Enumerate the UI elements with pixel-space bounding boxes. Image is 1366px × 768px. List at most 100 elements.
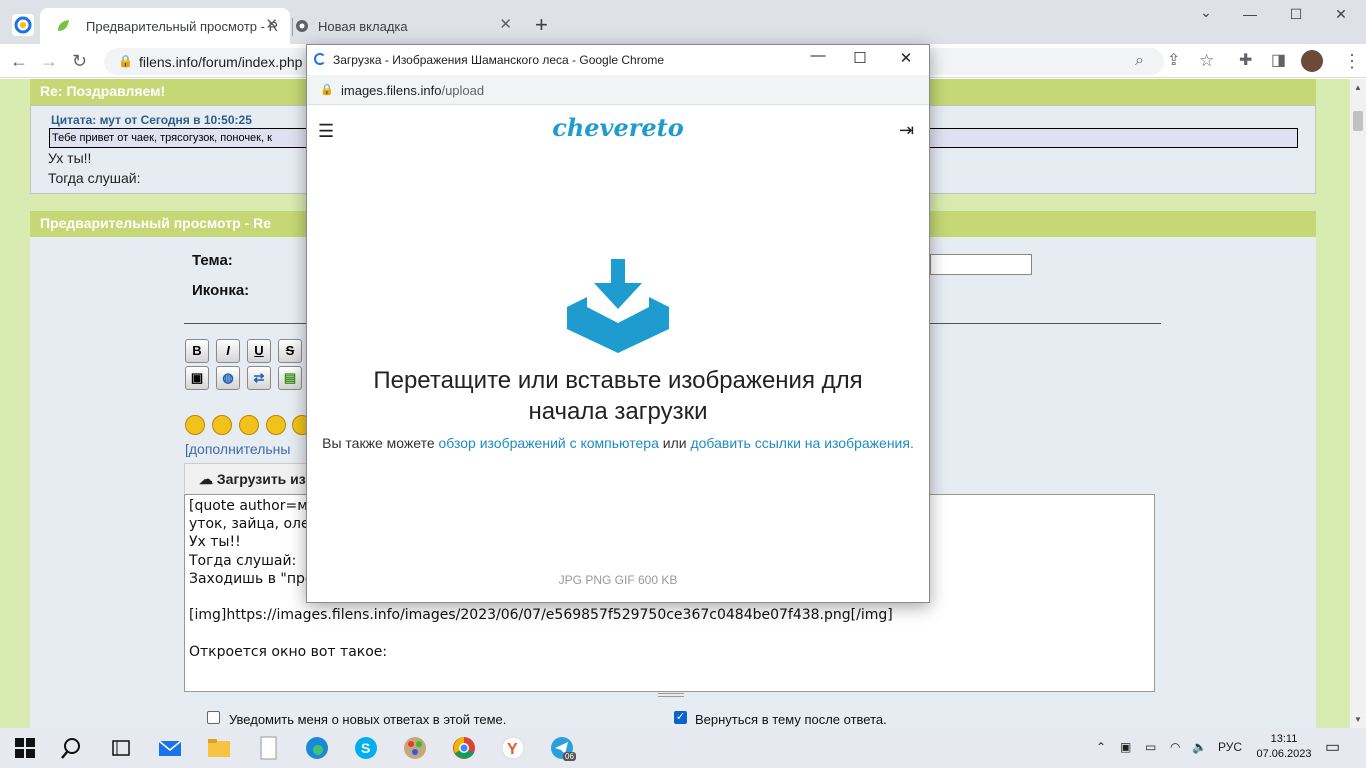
login-icon[interactable]: ⇥ (899, 120, 914, 141)
windows-start-icon[interactable] (13, 736, 37, 760)
tab-search-icon[interactable] (12, 14, 34, 36)
notify-checkbox[interactable] (207, 711, 220, 724)
lock-icon: 🔒 (320, 84, 334, 96)
search-icon[interactable] (61, 736, 85, 760)
upload-tray-icon[interactable] (567, 259, 669, 355)
yandex-browser-icon[interactable]: Y (501, 736, 525, 760)
lock-icon: 🔒 (118, 54, 133, 68)
popup-address-bar[interactable]: 🔒 images.filens.info/upload (307, 75, 929, 105)
browse-computer-link[interactable]: обзор изображений с компьютера (439, 435, 659, 451)
address-url: filens.info/forum/index.php (139, 54, 303, 70)
popup-maximize-button[interactable]: ☐ (845, 49, 875, 67)
drop-text-line: начала загрузки (528, 398, 708, 425)
return-checkbox[interactable]: ✓ (674, 711, 687, 724)
quote-header[interactable]: Цитата: мут от Сегодня в 10:50:25 (51, 113, 252, 127)
scroll-up-icon[interactable]: ▲ (1354, 83, 1362, 92)
popup-url-host: images.filens.info (341, 83, 442, 98)
svg-text:Y: Y (507, 741, 518, 758)
strike-button[interactable]: S (278, 339, 302, 363)
icon-label: Иконка: (192, 282, 250, 299)
popup-minimize-button[interactable]: — (803, 47, 833, 64)
chevereto-logo[interactable]: chevereto (307, 113, 929, 142)
tab-forum-preview[interactable]: Предварительный просмотр - R ✕ (40, 8, 290, 44)
more-smileys-link[interactable]: [дополнительны (185, 441, 290, 457)
chrome-favicon-icon (296, 20, 308, 32)
subject-label: Тема: (192, 252, 233, 269)
page-scrollbar[interactable]: ▲ ▼ (1350, 79, 1366, 728)
popup-title-bar: Загрузка - Изображения Шаманского леса -… (307, 45, 929, 75)
tab-new-tab[interactable]: Новая вкладка ✕ (294, 8, 524, 44)
volume-icon[interactable]: 🔈 (1192, 740, 1207, 754)
side-panel-icon[interactable]: ◨ (1271, 49, 1286, 73)
new-tab-button[interactable]: + (535, 11, 548, 39)
mail-icon[interactable] (158, 736, 182, 760)
edge-browser-icon[interactable] (305, 736, 329, 760)
italic-button[interactable]: I (216, 339, 240, 363)
file-explorer-icon[interactable] (207, 736, 231, 760)
menu-kebab-icon[interactable]: ⋮ (1343, 49, 1361, 73)
chrome-browser-icon[interactable] (452, 736, 476, 760)
minimize-button[interactable]: — (1230, 6, 1270, 22)
alternative-upload-text: Вы также можете обзор изображений с комп… (307, 435, 929, 451)
popup-title: Загрузка - Изображения Шаманского леса -… (333, 53, 665, 67)
tab-title: Предварительный просмотр - R (86, 18, 278, 34)
maximize-button[interactable]: ☐ (1276, 6, 1316, 23)
paint-icon[interactable] (403, 736, 427, 760)
zoom-icon[interactable]: ⌕ (1135, 49, 1144, 73)
subject-input[interactable] (930, 254, 1032, 275)
wifi-icon[interactable]: ◠ (1170, 740, 1180, 754)
ftp-link-icon[interactable]: ▤ (278, 366, 302, 390)
share-icon[interactable]: ⇪ (1167, 49, 1180, 73)
tab-close-icon[interactable]: ✕ (499, 17, 512, 32)
cloud-upload-icon: ☁ (199, 471, 213, 487)
tab-close-icon[interactable]: ✕ (265, 17, 278, 32)
task-view-icon[interactable] (109, 736, 133, 760)
upload-label: Загрузить из (216, 471, 306, 487)
bold-button[interactable]: B (185, 339, 209, 363)
popup-url-path: /upload (441, 83, 485, 98)
battery-icon[interactable]: ▭ (1145, 740, 1156, 754)
upload-image-button[interactable]: ☁ Загрузить из (184, 463, 314, 493)
notification-icon[interactable]: ▭ (1325, 737, 1340, 757)
smiley-icon[interactable] (239, 415, 259, 435)
tray-device-icon[interactable]: ▣ (1120, 740, 1131, 754)
skype-icon[interactable]: S (354, 736, 378, 760)
windows-taskbar: S Y 06 ⌃ ▣ ▭ ◠ 🔈 РУС 13:11 07.06.2023 ▭ (0, 728, 1366, 768)
email-link-icon[interactable]: ⇄ (247, 366, 271, 390)
add-image-links-link[interactable]: добавить ссылки на изображения. (690, 435, 913, 451)
back-arrow-icon[interactable]: ← (10, 49, 28, 73)
profile-avatar[interactable] (1301, 50, 1323, 72)
tray-chevron-up-icon[interactable]: ⌃ (1096, 740, 1106, 754)
upload-popup-window: Загрузка - Изображения Шаманского леса -… (306, 44, 930, 603)
close-window-button[interactable]: ✕ (1321, 6, 1361, 23)
loading-spinner-icon (314, 53, 326, 65)
post-line: Ух ты!! (48, 150, 92, 166)
notepad-icon[interactable] (256, 736, 280, 760)
leaf-favicon-icon (58, 20, 69, 31)
underline-button[interactable]: U (247, 339, 271, 363)
also-prefix: Вы также можете (322, 435, 439, 451)
svg-text:S: S (361, 740, 370, 756)
smiley-icon[interactable] (266, 415, 286, 435)
tab-title: Новая вкладка (318, 18, 408, 34)
allowed-formats: JPG PNG GIF 600 KB (558, 573, 678, 587)
smiley-icon[interactable] (212, 415, 232, 435)
textarea-resize-handle[interactable] (658, 693, 684, 697)
scroll-thumb[interactable] (1353, 111, 1363, 131)
forward-arrow-icon[interactable]: → (40, 49, 58, 73)
drop-instructions: Перетащите или вставьте изображения для … (307, 365, 929, 427)
language-indicator[interactable]: РУС (1218, 740, 1242, 754)
smiley-icon[interactable] (185, 415, 205, 435)
reload-icon[interactable]: ↻ (72, 49, 87, 73)
scroll-down-icon[interactable]: ▼ (1354, 715, 1362, 724)
return-label: Вернуться в тему после ответа. (695, 712, 887, 727)
globe-link-icon[interactable]: ◍ (216, 366, 240, 390)
extensions-puzzle-icon[interactable]: ✚ (1239, 49, 1252, 73)
bookmark-star-icon[interactable]: ☆ (1199, 49, 1214, 73)
popup-close-button[interactable]: ✕ (891, 49, 921, 67)
notify-label: Уведомить меня о новых ответах в этой те… (229, 712, 507, 727)
telegram-badge: 06 (563, 752, 576, 761)
chevron-down-icon[interactable]: ⌄ (1186, 4, 1226, 21)
system-clock[interactable]: 13:11 07.06.2023 (1254, 732, 1314, 762)
image-insert-icon[interactable]: ▣ (185, 366, 209, 390)
